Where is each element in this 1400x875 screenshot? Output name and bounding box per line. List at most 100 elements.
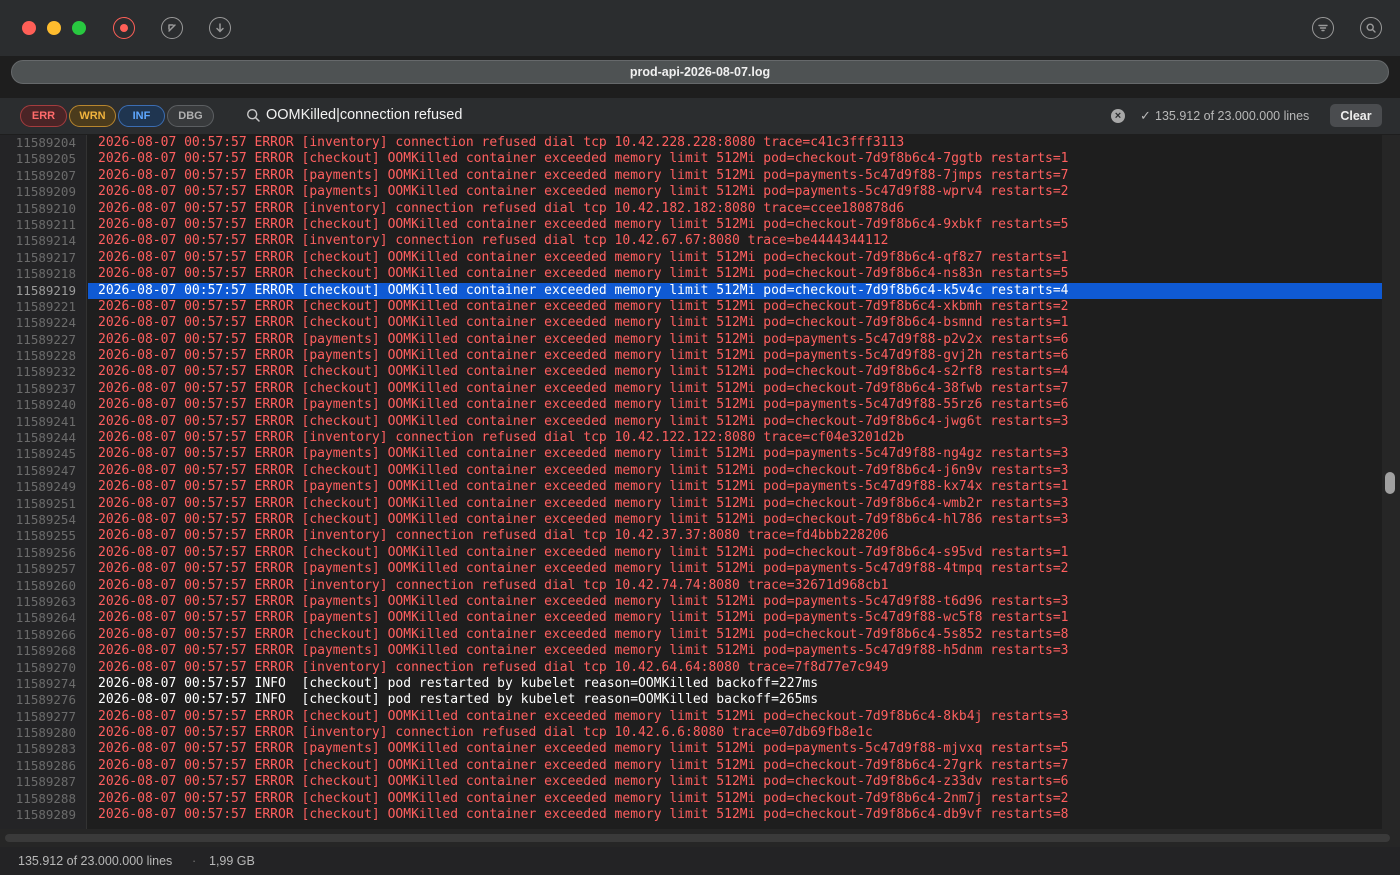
log-line-text: 2026-08-07 00:57:57 ERROR [checkout] OOM… — [98, 511, 1069, 527]
log-line[interactable]: 11589255 2026-08-07 00:57:57 ERROR [inven… — [0, 528, 1382, 544]
log-line[interactable]: 11589257 2026-08-07 00:57:57 ERROR [payme… — [0, 561, 1382, 577]
log-line[interactable]: 11589249 2026-08-07 00:57:57 ERROR [payme… — [0, 479, 1382, 495]
line-number: 11589214 — [15, 233, 76, 249]
log-line[interactable]: 11589263 2026-08-07 00:57:57 ERROR [payme… — [0, 594, 1382, 610]
line-number: 11589211 — [15, 216, 76, 232]
line-number: 11589268 — [15, 643, 76, 659]
line-number: 11589241 — [15, 413, 76, 429]
log-line[interactable]: 11589244 2026-08-07 00:57:57 ERROR [inven… — [0, 430, 1382, 446]
level-filter-dbg[interactable]: DBG — [167, 105, 214, 127]
log-line[interactable]: 11589289 2026-08-07 00:57:57 ERROR [check… — [0, 807, 1382, 823]
level-filter-inf[interactable]: INF — [118, 105, 165, 127]
zoom-window-button[interactable] — [72, 21, 86, 35]
log-line[interactable]: 11589280 2026-08-07 00:57:57 ERROR [inven… — [0, 725, 1382, 741]
log-line[interactable]: 11589266 2026-08-07 00:57:57 ERROR [check… — [0, 627, 1382, 643]
log-line[interactable]: 11589276 2026-08-07 00:57:57 INFO [checko… — [0, 692, 1382, 708]
file-title: prod-api-2026-08-07.log — [629, 65, 771, 79]
log-line-text: 2026-08-07 00:57:57 ERROR [payments] OOM… — [98, 610, 1069, 626]
log-line[interactable]: 11589228 2026-08-07 00:57:57 ERROR [payme… — [0, 348, 1382, 364]
title-bar — [0, 0, 1400, 56]
log-line-text: 2026-08-07 00:57:57 ERROR [checkout] OOM… — [98, 544, 1069, 560]
level-filter-wrn[interactable]: WRN — [69, 105, 116, 127]
log-line[interactable]: 11589218 2026-08-07 00:57:57 ERROR [check… — [0, 266, 1382, 282]
line-number: 11589257 — [15, 561, 76, 577]
log-line[interactable]: 11589217 2026-08-07 00:57:57 ERROR [check… — [0, 250, 1382, 266]
log-line[interactable]: 11589207 2026-08-07 00:57:57 ERROR [payme… — [0, 168, 1382, 184]
log-line[interactable]: 11589277 2026-08-07 00:57:57 ERROR [check… — [0, 709, 1382, 725]
log-line[interactable]: 11589221 2026-08-07 00:57:57 ERROR [check… — [0, 299, 1382, 315]
log-line-text: 2026-08-07 00:57:57 ERROR [inventory] co… — [98, 725, 873, 741]
match-count: 135.912 of 23.000.000 lines — [1155, 109, 1310, 123]
log-line[interactable]: 11589227 2026-08-07 00:57:57 ERROR [payme… — [0, 332, 1382, 348]
log-line-text: 2026-08-07 00:57:57 ERROR [payments] OOM… — [98, 167, 1069, 183]
log-view[interactable]: 11589204 2026-08-07 00:57:57 ERROR [inven… — [0, 135, 1400, 829]
close-window-button[interactable] — [22, 21, 36, 35]
log-line[interactable]: 11589214 2026-08-07 00:57:57 ERROR [inven… — [0, 233, 1382, 249]
log-line-text: 2026-08-07 00:57:57 INFO [checkout] pod … — [98, 692, 819, 708]
log-line[interactable]: 11589268 2026-08-07 00:57:57 ERROR [payme… — [0, 643, 1382, 659]
filter-icon[interactable] — [1312, 17, 1334, 39]
log-line-text: 2026-08-07 00:57:57 INFO [checkout] pod … — [98, 675, 819, 691]
search-icon[interactable] — [1360, 17, 1382, 39]
log-line[interactable]: 11589237 2026-08-07 00:57:57 ERROR [check… — [0, 381, 1382, 397]
log-line[interactable]: 11589264 2026-08-07 00:57:57 ERROR [payme… — [0, 610, 1382, 626]
log-line[interactable]: 11589211 2026-08-07 00:57:57 ERROR [check… — [0, 217, 1382, 233]
log-line[interactable]: 11589247 2026-08-07 00:57:57 ERROR [check… — [0, 463, 1382, 479]
line-number: 11589219 — [15, 282, 76, 298]
line-number: 11589276 — [15, 692, 76, 708]
log-line[interactable]: 11589245 2026-08-07 00:57:57 ERROR [payme… — [0, 446, 1382, 462]
filter-bar: ERR WRN INF DBG OOMKilled|connection ref… — [0, 98, 1400, 134]
line-number: 11589283 — [15, 741, 76, 757]
log-line-text: 2026-08-07 00:57:57 ERROR [payments] OOM… — [98, 561, 1069, 577]
log-line-text: 2026-08-07 00:57:57 ERROR [checkout] OOM… — [98, 298, 1069, 314]
horizontal-scrollbar[interactable] — [0, 829, 1400, 847]
log-line[interactable]: 11589204 2026-08-07 00:57:57 ERROR [inven… — [0, 135, 1382, 151]
log-line[interactable]: 11589209 2026-08-07 00:57:57 ERROR [payme… — [0, 184, 1382, 200]
record-icon[interactable] — [113, 17, 135, 39]
log-line[interactable]: 11589205 2026-08-07 00:57:57 ERROR [check… — [0, 151, 1382, 167]
status-bar: 135.912 of 23.000.000 lines · 1,99 GB — [0, 847, 1400, 875]
horizontal-scroll-thumb[interactable] — [5, 834, 1390, 842]
log-line[interactable]: 11589241 2026-08-07 00:57:57 ERROR [check… — [0, 414, 1382, 430]
line-number: 11589255 — [15, 528, 76, 544]
log-line[interactable]: 11589287 2026-08-07 00:57:57 ERROR [check… — [0, 774, 1382, 790]
log-line[interactable]: 11589270 2026-08-07 00:57:57 ERROR [inven… — [0, 660, 1382, 676]
clear-button[interactable]: Clear — [1330, 104, 1382, 127]
log-line-text: 2026-08-07 00:57:57 ERROR [inventory] co… — [98, 233, 889, 249]
jump-to-start-icon[interactable] — [161, 17, 183, 39]
level-filter-err[interactable]: ERR — [20, 105, 67, 127]
line-number: 11589264 — [15, 610, 76, 626]
line-number: 11589209 — [15, 184, 76, 200]
line-number: 11589251 — [15, 495, 76, 511]
log-line[interactable]: 11589288 2026-08-07 00:57:57 ERROR [check… — [0, 791, 1382, 807]
log-line[interactable]: 11589251 2026-08-07 00:57:57 ERROR [check… — [0, 496, 1382, 512]
log-line-text: 2026-08-07 00:57:57 ERROR [payments] OOM… — [98, 593, 1069, 609]
log-line[interactable]: 11589260 2026-08-07 00:57:57 ERROR [inven… — [0, 578, 1382, 594]
line-number: 11589217 — [15, 249, 76, 265]
line-number: 11589205 — [15, 151, 76, 167]
log-line[interactable]: 11589254 2026-08-07 00:57:57 ERROR [check… — [0, 512, 1382, 528]
log-line-text: 2026-08-07 00:57:57 ERROR [checkout] OOM… — [98, 216, 1069, 232]
log-line-text: 2026-08-07 00:57:57 ERROR [checkout] OOM… — [98, 380, 1069, 396]
search-query-input[interactable]: OOMKilled|connection refused — [266, 107, 462, 123]
log-line-text: 2026-08-07 00:57:57 ERROR [payments] OOM… — [98, 184, 1069, 200]
vertical-scroll-thumb[interactable] — [1385, 472, 1395, 494]
match-check-icon: ✓ — [1140, 108, 1151, 123]
log-line[interactable]: 11589210 2026-08-07 00:57:57 ERROR [inven… — [0, 201, 1382, 217]
line-number: 11589277 — [15, 708, 76, 724]
log-line[interactable]: 11589232 2026-08-07 00:57:57 ERROR [check… — [0, 364, 1382, 380]
line-number: 11589289 — [15, 807, 76, 823]
line-number: 11589287 — [15, 774, 76, 790]
log-line-text: 2026-08-07 00:57:57 ERROR [checkout] OOM… — [98, 249, 1069, 265]
clear-query-icon[interactable]: × — [1111, 109, 1125, 123]
log-line[interactable]: 11589283 2026-08-07 00:57:57 ERROR [payme… — [0, 741, 1382, 757]
line-number: 11589249 — [15, 479, 76, 495]
minimize-window-button[interactable] — [47, 21, 61, 35]
log-line[interactable]: 11589274 2026-08-07 00:57:57 INFO [checko… — [0, 676, 1382, 692]
log-line-selected[interactable]: 11589219 2026-08-07 00:57:57 ERROR [check… — [0, 282, 1382, 299]
log-line[interactable]: 11589286 2026-08-07 00:57:57 ERROR [check… — [0, 758, 1382, 774]
log-line[interactable]: 11589224 2026-08-07 00:57:57 ERROR [check… — [0, 315, 1382, 331]
log-line[interactable]: 11589256 2026-08-07 00:57:57 ERROR [check… — [0, 545, 1382, 561]
log-line[interactable]: 11589240 2026-08-07 00:57:57 ERROR [payme… — [0, 397, 1382, 413]
tail-follow-icon[interactable] — [209, 17, 231, 39]
